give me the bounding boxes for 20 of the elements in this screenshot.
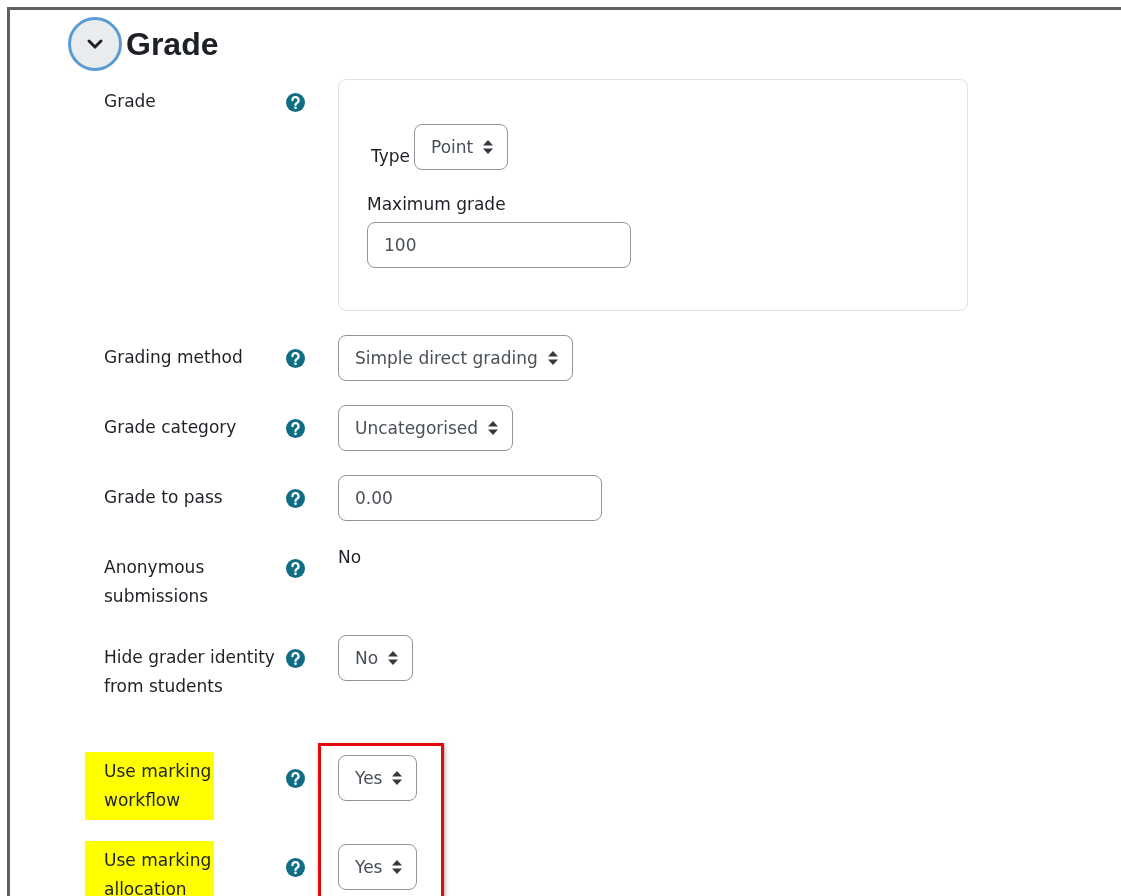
field-label: Hide grader identity from students xyxy=(104,646,276,698)
field-value: No xyxy=(338,546,363,569)
highlighted-label: Use marking allocation xyxy=(85,841,214,896)
field-label: Grade xyxy=(104,90,157,113)
field-label: Type xyxy=(371,145,411,168)
field-label: Anonymous submissions xyxy=(104,556,210,608)
section-title: Grade xyxy=(126,25,219,63)
field-label: Grading method xyxy=(104,346,244,369)
dropdown-select[interactable]: Simple direct grading xyxy=(338,335,573,381)
dropdown-select[interactable]: Yes xyxy=(338,755,418,801)
input-field[interactable]: 0.00 xyxy=(338,475,602,521)
field-label: Maximum grade xyxy=(367,193,507,216)
dropdown-select[interactable]: Point xyxy=(414,124,509,170)
dropdown-select[interactable]: Uncategorised xyxy=(338,405,514,451)
input-field[interactable]: 100 xyxy=(367,222,631,268)
highlighted-label: Use marking workflow xyxy=(85,752,214,820)
field-label: Grade category xyxy=(104,416,238,439)
dropdown-select[interactable]: Yes xyxy=(338,844,418,890)
field-label: Grade to pass xyxy=(104,486,224,509)
dropdown-select[interactable]: No xyxy=(338,635,414,681)
